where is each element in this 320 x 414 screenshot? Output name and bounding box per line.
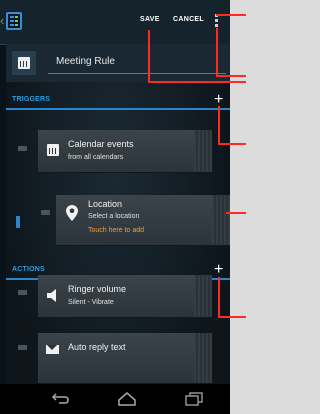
action-title: Ringer volume: [68, 284, 127, 294]
touch-to-add-hint[interactable]: Touch here to add: [88, 227, 144, 234]
callout-line: [218, 143, 246, 145]
rule-name-field[interactable]: Meeting Rule: [48, 50, 226, 74]
callout-line: [148, 30, 150, 82]
action-bar: ‹ SAVE CANCEL: [0, 0, 230, 45]
trigger-card-calendar[interactable]: Calendar events from all calendars: [38, 130, 212, 172]
recents-icon[interactable]: [184, 392, 204, 406]
callout-line: [148, 81, 246, 83]
rule-icon-button[interactable]: [12, 51, 36, 75]
action-card-ringer[interactable]: Ringer volume Silent - Vibrate: [38, 275, 212, 317]
callout-line: [216, 14, 246, 16]
callout-line: [218, 316, 246, 318]
trigger-card-location[interactable]: Location Select a location Touch here to…: [56, 195, 230, 245]
cancel-button[interactable]: CANCEL: [173, 16, 204, 23]
navigation-bar: [0, 384, 230, 414]
action-subtitle: Silent - Vibrate: [68, 299, 114, 306]
trigger-title: Calendar events: [68, 139, 134, 149]
calendar-icon: [18, 57, 30, 69]
mail-icon: [46, 345, 59, 354]
callout-line: [226, 212, 246, 214]
drag-handle[interactable]: [18, 345, 27, 350]
action-card-auto-reply[interactable]: Auto reply text: [38, 333, 212, 383]
triggers-section-header: TRIGGERS +: [6, 92, 230, 114]
callout-line: [218, 277, 220, 317]
drag-handle[interactable]: [41, 210, 50, 215]
trigger-title: Location: [88, 199, 123, 209]
add-action-button[interactable]: +: [214, 262, 223, 278]
drag-handle[interactable]: [18, 290, 27, 295]
card-grip[interactable]: [212, 195, 230, 245]
card-grip[interactable]: [194, 333, 212, 383]
callout-line: [216, 75, 246, 77]
callout-line: [216, 28, 218, 76]
trigger-subtitle: from all calendars: [68, 154, 124, 161]
speaker-icon: [47, 289, 56, 302]
home-icon[interactable]: [117, 392, 137, 406]
back-chevron-icon[interactable]: ‹: [0, 14, 4, 27]
location-pin-icon: [66, 205, 78, 221]
back-icon[interactable]: [50, 392, 70, 406]
action-title: Auto reply text: [68, 342, 126, 352]
triggers-divider: [6, 108, 230, 110]
drag-handle[interactable]: [18, 146, 27, 151]
phone-screen: ‹ SAVE CANCEL Meeting Rule TRIGGERS + Ca…: [0, 0, 230, 414]
rule-name-row: Meeting Rule: [6, 44, 230, 82]
app-logo-icon[interactable]: [6, 12, 22, 30]
drag-handle-active[interactable]: [16, 216, 20, 228]
save-button[interactable]: SAVE: [140, 16, 160, 23]
callout-line: [218, 106, 220, 144]
calendar-icon: [47, 144, 59, 156]
trigger-subtitle: Select a location: [88, 213, 140, 220]
actions-label: ACTIONS: [12, 266, 45, 273]
overflow-menu-icon[interactable]: [215, 14, 218, 28]
card-grip[interactable]: [194, 275, 212, 317]
card-grip[interactable]: [194, 130, 212, 172]
triggers-label: TRIGGERS: [12, 96, 51, 103]
